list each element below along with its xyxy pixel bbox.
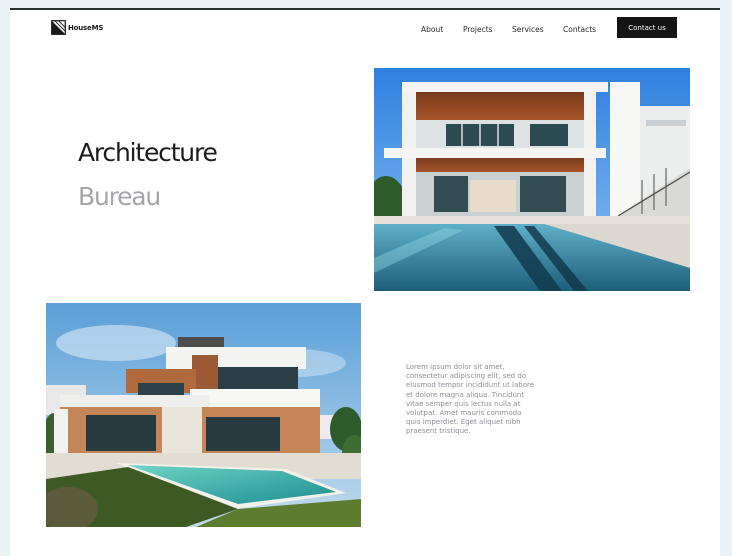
modern-house-with-pool-photo (46, 303, 361, 527)
hero-subtitle: Bureau (78, 182, 161, 211)
nav-item-projects[interactable]: Projects (463, 25, 493, 34)
house-logo-icon (51, 20, 66, 35)
contact-us-button[interactable]: Contact us (617, 17, 677, 38)
nav-item-about[interactable]: About (421, 25, 443, 34)
brand-logo[interactable]: HouseMS (51, 20, 103, 35)
nav-item-services[interactable]: Services (512, 25, 544, 34)
modern-villa-with-pool-photo (374, 68, 690, 291)
page-canvas: HouseMS About Projects Services Contacts… (10, 8, 720, 556)
intro-paragraph: Lorem ipsum dolor sit amet, consectetur … (406, 363, 535, 436)
hero-title: Architecture (78, 138, 218, 167)
nav-item-contacts[interactable]: Contacts (563, 25, 596, 34)
brand-name: HouseMS (68, 23, 104, 32)
